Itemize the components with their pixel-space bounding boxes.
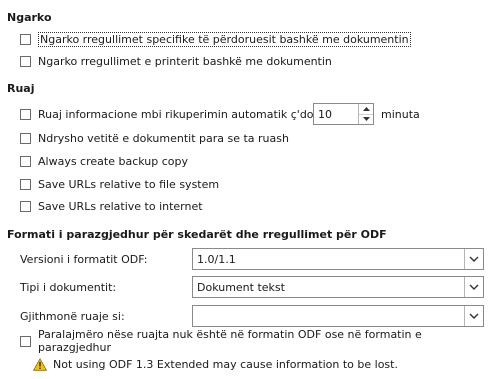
- urls-internet-option[interactable]: Save URLs relative to internet: [20, 197, 203, 215]
- load-printer-settings-label: Ngarko rregullimet e printerit bashkë me…: [38, 54, 332, 68]
- doc-type-value: Dokument tekst: [197, 280, 285, 294]
- warn-non-odf-option[interactable]: Paralajmëro nëse ruajta nuk është në for…: [20, 328, 490, 354]
- urls-file-system-label: Save URLs relative to file system: [38, 177, 220, 191]
- load-user-settings-label: Ngarko rregullimet specifike të përdorue…: [38, 31, 411, 47]
- odf-version-value: 1.0/1.1: [197, 252, 236, 266]
- spin-up-icon[interactable]: [359, 104, 373, 114]
- backup-copy-label: Always create backup copy: [38, 154, 188, 168]
- autosave-interval-spinbox[interactable]: 10: [313, 103, 374, 125]
- always-save-label: Gjithmonë ruaje si:: [20, 310, 125, 323]
- autosave-checkbox[interactable]: [20, 108, 31, 120]
- edit-properties-label: Ndrysho vetitë e dokumentit para se ta r…: [38, 131, 289, 145]
- spin-down-icon[interactable]: [359, 113, 373, 125]
- chevron-down-icon[interactable]: [464, 249, 483, 269]
- autosave-unit-label: minuta: [381, 108, 420, 121]
- load-printer-settings-checkbox[interactable]: [20, 55, 31, 67]
- load-user-settings-checkbox[interactable]: [20, 33, 31, 45]
- warn-non-odf-label: Paralajmëro nëse ruajta nuk është në for…: [38, 328, 422, 354]
- odf-warning-message: Not using ODF 1.3 Extended may cause inf…: [33, 355, 398, 373]
- urls-internet-checkbox[interactable]: [20, 200, 31, 212]
- section-title-format: Formati i parazgjedhur për skedarët dhe …: [7, 228, 387, 241]
- warn-non-odf-checkbox[interactable]: [20, 335, 31, 347]
- warning-icon: [33, 357, 47, 371]
- urls-internet-label: Save URLs relative to internet: [38, 199, 203, 213]
- backup-copy-option[interactable]: Always create backup copy: [20, 152, 188, 170]
- urls-file-system-option[interactable]: Save URLs relative to file system: [20, 175, 219, 193]
- section-title-ruaj: Ruaj: [7, 82, 35, 95]
- autosave-interval-value[interactable]: 10: [314, 104, 358, 124]
- edit-properties-checkbox[interactable]: [20, 132, 31, 144]
- doc-type-dropdown[interactable]: Dokument tekst: [192, 276, 484, 298]
- section-title-ngarko: Ngarko: [7, 11, 52, 24]
- chevron-down-icon[interactable]: [464, 277, 483, 297]
- autosave-option[interactable]: Ruaj informacione mbi rikuperimin automa…: [20, 105, 317, 123]
- load-user-settings-option[interactable]: Ngarko rregullimet specifike të përdorue…: [20, 30, 411, 48]
- urls-file-system-checkbox[interactable]: [20, 178, 31, 190]
- chevron-down-icon[interactable]: [464, 306, 483, 326]
- odf-version-dropdown[interactable]: 1.0/1.1: [192, 248, 484, 270]
- backup-copy-checkbox[interactable]: [20, 155, 31, 167]
- load-printer-settings-option[interactable]: Ngarko rregullimet e printerit bashkë me…: [20, 52, 332, 70]
- warning-text: Not using ODF 1.3 Extended may cause inf…: [53, 357, 398, 371]
- autosave-label: Ruaj informacione mbi rikuperimin automa…: [38, 107, 318, 121]
- odf-version-label: Versioni i formatit ODF:: [20, 253, 148, 266]
- doc-type-label: Tipi i dokumentit:: [20, 281, 117, 294]
- edit-properties-option[interactable]: Ndrysho vetitë e dokumentit para se ta r…: [20, 129, 289, 147]
- always-save-dropdown[interactable]: [192, 305, 484, 327]
